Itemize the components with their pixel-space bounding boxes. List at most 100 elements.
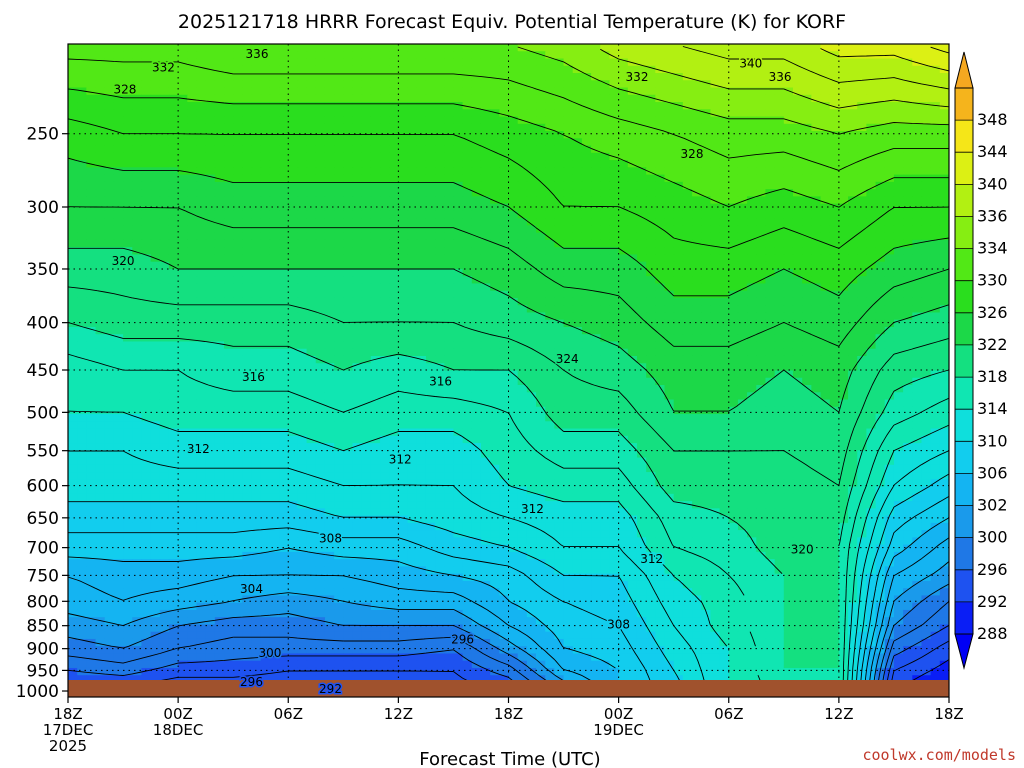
heat-cell bbox=[187, 247, 198, 256]
heat-cell bbox=[737, 94, 748, 103]
heat-cell bbox=[719, 305, 730, 314]
heat-cell bbox=[480, 297, 491, 306]
heat-cell bbox=[903, 225, 913, 234]
heat-cell bbox=[517, 283, 528, 292]
heat-cell bbox=[196, 239, 207, 248]
heat-cell bbox=[86, 414, 97, 422]
heat-cell bbox=[710, 116, 721, 125]
heat-cell bbox=[324, 44, 335, 52]
heat-cell bbox=[737, 254, 748, 263]
heat-cell bbox=[141, 239, 152, 248]
heat-cell bbox=[912, 385, 923, 393]
heat-cell bbox=[168, 109, 179, 118]
heat-cell bbox=[646, 131, 656, 139]
heat-cell bbox=[554, 319, 565, 328]
heat-cell bbox=[792, 109, 803, 118]
heat-cell bbox=[334, 399, 344, 408]
heat-cell bbox=[205, 80, 216, 89]
heat-cell bbox=[334, 326, 344, 335]
heat-cell bbox=[141, 65, 152, 74]
heat-cell bbox=[673, 225, 684, 234]
heat-cell bbox=[692, 334, 702, 343]
heat-cell bbox=[563, 218, 574, 226]
heat-cell bbox=[343, 392, 354, 401]
heat-cell bbox=[370, 65, 381, 74]
heat-cell bbox=[609, 276, 620, 285]
heat-cell bbox=[921, 326, 932, 335]
heat-cell bbox=[829, 94, 840, 103]
heat-cell bbox=[857, 305, 868, 314]
heat-cell bbox=[95, 334, 106, 343]
heat-cell bbox=[581, 210, 592, 219]
heat-cell bbox=[517, 181, 528, 190]
heat-cell bbox=[655, 109, 666, 118]
heat-cell bbox=[499, 189, 510, 197]
heat-cell bbox=[123, 51, 133, 60]
heat-cell bbox=[811, 355, 822, 364]
heat-cell bbox=[737, 370, 748, 379]
heat-cell bbox=[783, 51, 794, 60]
heat-cell bbox=[765, 239, 776, 248]
heat-cell bbox=[260, 399, 271, 408]
heat-cell bbox=[893, 218, 904, 226]
heat-cell bbox=[480, 80, 491, 89]
heat-cell bbox=[838, 73, 849, 81]
heat-cell bbox=[765, 312, 776, 321]
heat-cell bbox=[407, 326, 418, 335]
heat-cell bbox=[444, 203, 455, 212]
heat-cell bbox=[820, 196, 831, 205]
heat-cell bbox=[334, 145, 344, 154]
heat-cell bbox=[178, 392, 188, 401]
heat-cell bbox=[912, 181, 923, 190]
heat-cell bbox=[315, 160, 326, 168]
heat-cell bbox=[554, 80, 565, 89]
heat-cell bbox=[912, 138, 923, 147]
heat-cell bbox=[655, 312, 666, 321]
heat-cell bbox=[554, 370, 565, 379]
heat-cell bbox=[462, 406, 473, 415]
heat-cell bbox=[939, 247, 949, 256]
heat-cell bbox=[866, 51, 877, 60]
heat-cell bbox=[517, 399, 528, 408]
heat-cell bbox=[737, 218, 748, 226]
heat-cell bbox=[747, 348, 757, 357]
heat-cell bbox=[838, 203, 849, 212]
heat-cell bbox=[783, 44, 794, 52]
heat-cell bbox=[150, 370, 161, 379]
heat-cell bbox=[499, 123, 510, 132]
heat-cell bbox=[205, 290, 216, 299]
heat-cell bbox=[517, 239, 528, 248]
heat-cell bbox=[600, 414, 611, 422]
heat-cell bbox=[655, 225, 666, 234]
heat-cell bbox=[811, 109, 822, 118]
heat-cell bbox=[536, 247, 546, 256]
heat-cell bbox=[306, 160, 317, 168]
heat-cell bbox=[829, 254, 840, 263]
heat-cell bbox=[609, 297, 620, 306]
heat-cell bbox=[104, 210, 115, 219]
heat-cell bbox=[132, 305, 143, 314]
heat-cell bbox=[930, 116, 941, 125]
heat-cell bbox=[352, 80, 363, 89]
heat-cell bbox=[774, 363, 785, 372]
heat-cell bbox=[306, 261, 317, 270]
heat-cell bbox=[251, 290, 262, 299]
heat-cell bbox=[86, 290, 97, 299]
heat-cell bbox=[233, 203, 243, 212]
heat-cell bbox=[792, 341, 803, 350]
heat-cell bbox=[811, 80, 822, 89]
heat-cell bbox=[453, 189, 464, 197]
heat-cell bbox=[673, 174, 684, 183]
heat-cell bbox=[508, 94, 519, 103]
heat-cell bbox=[802, 297, 812, 306]
heat-cell bbox=[214, 399, 225, 408]
heat-cell bbox=[196, 131, 207, 139]
heat-cell bbox=[921, 392, 932, 401]
heat-cell bbox=[581, 312, 592, 321]
heat-cell bbox=[545, 254, 555, 263]
heat-cell bbox=[315, 290, 326, 299]
heat-cell bbox=[783, 370, 794, 379]
heat-cell bbox=[792, 138, 803, 147]
heat-cell bbox=[269, 254, 280, 263]
heat-cell bbox=[471, 152, 482, 161]
